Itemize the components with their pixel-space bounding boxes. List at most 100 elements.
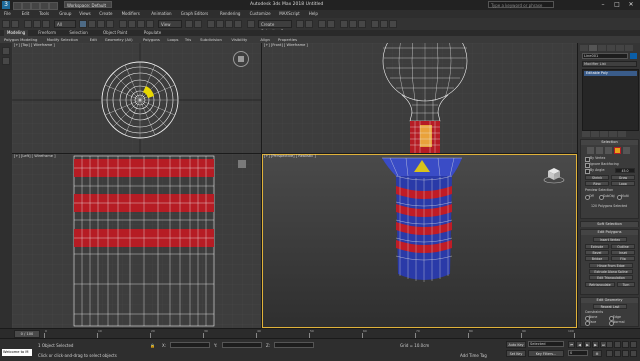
remove-modifier-icon[interactable] (609, 131, 617, 137)
redo-icon[interactable] (11, 20, 19, 28)
link-icon[interactable] (24, 20, 32, 28)
repeat-last-button[interactable]: Repeat Last (593, 304, 627, 309)
y-coord-field[interactable] (222, 342, 262, 348)
spinner-snap-icon[interactable] (234, 20, 242, 28)
bevel-button[interactable]: Bevel (585, 250, 609, 255)
motion-tab-icon[interactable] (607, 45, 615, 51)
selected-dropdown[interactable]: Selected (528, 341, 564, 347)
percent-snap-icon[interactable] (225, 20, 233, 28)
layer-explorer-icon[interactable] (318, 20, 326, 28)
viewcube-icon[interactable] (233, 51, 249, 67)
ribbon-item-loops[interactable]: Loops (167, 37, 178, 42)
pan-icon[interactable] (614, 350, 621, 357)
border-level-icon[interactable] (605, 147, 612, 154)
configure-modifier-sets-icon[interactable] (618, 131, 626, 137)
create-tab-icon[interactable] (580, 45, 588, 51)
zoom-extents-icon[interactable] (622, 341, 629, 348)
soft-selection-rollout-header[interactable]: Soft Selection (581, 222, 638, 227)
edit-geometry-rollout-header[interactable]: Edit Geometry (581, 298, 638, 303)
menu-item-animation[interactable]: Animation (151, 11, 171, 16)
current-frame-field[interactable]: 0 (568, 350, 588, 356)
viewport-label-perspective[interactable]: [+] [Perspective] [ Realistic ] (264, 154, 316, 158)
save-file-icon[interactable] (31, 2, 40, 10)
edge-level-icon[interactable] (596, 147, 603, 154)
pivot-center-icon[interactable] (185, 20, 193, 28)
selection-rollout-header[interactable]: Selection (581, 140, 638, 145)
menu-item-help[interactable]: Help (309, 11, 318, 16)
extrude-button[interactable]: Extrude (585, 244, 609, 249)
stack-item-editable-poly[interactable]: Editable Poly (584, 71, 637, 76)
auto-key-button[interactable]: Auto Key (506, 341, 526, 348)
make-unique-icon[interactable] (600, 131, 608, 137)
inset-button[interactable]: Inset (611, 250, 635, 255)
select-object-icon[interactable] (79, 20, 87, 28)
search-input[interactable]: Type a keyword or phrase (488, 1, 554, 8)
vertex-level-icon[interactable] (587, 147, 594, 154)
open-file-icon[interactable] (22, 2, 31, 10)
selection-filter-dropdown[interactable]: All (54, 20, 76, 28)
menu-item-tools[interactable]: Tools (39, 11, 49, 16)
shrink-button[interactable]: Shrink (585, 175, 609, 180)
rectangular-selection-icon[interactable] (97, 20, 105, 28)
undo-icon[interactable] (40, 2, 49, 10)
polygon-level-icon[interactable] (614, 147, 621, 154)
edit-polygons-rollout-header[interactable]: Edit Polygons (581, 230, 638, 235)
angle-value-field[interactable]: 45.0 (615, 168, 635, 173)
menu-item-edit[interactable]: Edit (22, 11, 30, 16)
select-rotate-icon[interactable] (128, 20, 136, 28)
menu-item-modifiers[interactable]: Modifiers (122, 11, 140, 16)
ribbon-item-geometry-all-[interactable]: Geometry (All) (105, 37, 133, 42)
key-filters-button[interactable]: Key Filters... (528, 350, 564, 357)
outline-button[interactable]: Outline (611, 244, 635, 249)
viewport-label-left[interactable]: [+] [Left] [ Wireframe ] (14, 154, 56, 158)
menu-item-group[interactable]: Group (59, 11, 71, 16)
next-frame-icon[interactable]: ▶ (592, 341, 599, 348)
retriangulate-button[interactable]: Retriangulate (585, 282, 615, 287)
ring-button[interactable]: Ring (585, 181, 609, 186)
named-selection-set-dropdown[interactable]: Create Selection Se (258, 20, 292, 34)
menu-item-rendering[interactable]: Rendering (220, 11, 240, 16)
loop-button[interactable]: Loop (611, 181, 635, 186)
flip-button[interactable]: Flip (611, 256, 635, 261)
app-logo-icon[interactable]: 3 (2, 1, 10, 9)
viewport-left[interactable]: [+] [Left] [ Wireframe ] (12, 154, 261, 328)
align-icon[interactable] (305, 20, 313, 28)
ribbon-item-polygon-modeling[interactable]: Polygon Modeling (4, 37, 37, 42)
undo-icon[interactable] (2, 20, 10, 28)
maximize-button[interactable]: □ (610, 1, 624, 9)
viewport-top[interactable]: [+] [Top] [ Wireframe ] (12, 43, 261, 153)
redo-icon[interactable] (49, 2, 58, 10)
zoom-all-icon[interactable] (614, 341, 621, 348)
maxscript-listener[interactable]: Welcome to M (2, 349, 32, 356)
minimize-button[interactable]: – (596, 1, 610, 9)
new-file-icon[interactable] (13, 2, 22, 10)
menu-item-maxscript[interactable]: MAXScript (279, 11, 300, 16)
set-key-button[interactable]: Set Key (506, 350, 526, 357)
ribbon-item-properties[interactable]: Properties (278, 37, 297, 42)
render-production-icon[interactable] (389, 20, 397, 28)
ribbon-item-modify-selection[interactable]: Modify Selection (47, 37, 78, 42)
menu-item-customize[interactable]: Customize (250, 11, 271, 16)
x-coord-field[interactable] (170, 342, 210, 348)
add-time-tag[interactable]: Add Time Tag (460, 353, 487, 358)
lock-selection-icon[interactable]: 🔒 (150, 343, 155, 348)
modifier-list-dropdown[interactable]: Modifier List (582, 61, 637, 67)
turn-button[interactable]: Turn (617, 282, 635, 287)
ribbon-item-visibility[interactable]: Visibility (231, 37, 247, 42)
zoom-icon[interactable] (606, 341, 613, 348)
object-color-swatch[interactable] (630, 53, 637, 59)
unlink-icon[interactable] (33, 20, 41, 28)
viewport-label-top[interactable]: [+] [Top] [ Wireframe ] (14, 43, 55, 47)
ribbon-item-tris[interactable]: Tris (185, 37, 191, 42)
menu-item-graph-editors[interactable]: Graph Editors (181, 11, 208, 16)
scene-explorer-toggle-icon[interactable] (2, 47, 10, 55)
pin-stack-icon[interactable] (582, 131, 590, 137)
field-of-view-icon[interactable] (606, 350, 613, 357)
material-editor-icon[interactable] (358, 20, 366, 28)
previous-frame-icon[interactable]: ◀ (576, 341, 583, 348)
grow-button[interactable]: Grow (611, 175, 635, 180)
z-coord-field[interactable] (274, 342, 314, 348)
select-move-icon[interactable] (119, 20, 127, 28)
menu-item-views[interactable]: Views (79, 11, 91, 16)
ribbon-item-subdivision[interactable]: Subdivision (200, 37, 222, 42)
